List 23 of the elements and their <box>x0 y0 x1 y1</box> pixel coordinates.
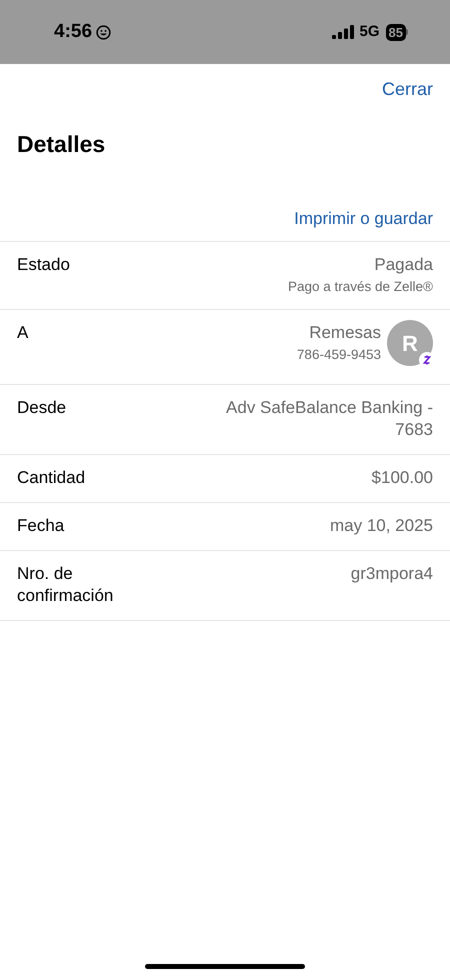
row-value: $100.00 <box>372 467 433 489</box>
row-value: Remesas <box>309 322 381 344</box>
print-link[interactable]: Imprimir o guardar <box>294 206 433 231</box>
row-value: Pagada <box>374 254 433 276</box>
row-note: Pago a través de Zelle® <box>288 278 433 296</box>
phone-number: 786-459-9453 <box>296 346 381 364</box>
row-label: A <box>17 322 28 344</box>
network-label: 5G <box>360 22 380 42</box>
row-value: gr3mpora4 <box>350 563 433 585</box>
battery-icon: 85 <box>386 24 408 40</box>
row-value: may 10, 2025 <box>330 515 433 537</box>
close-button[interactable]: Cerrar <box>382 76 433 103</box>
signal-icon <box>332 25 354 39</box>
row-label: Cantidad <box>17 467 86 489</box>
row-label: Estado <box>17 254 70 276</box>
row-label: Desde <box>17 397 66 419</box>
smiley-icon <box>96 24 112 40</box>
clock: 4:56 <box>54 20 92 44</box>
row-label: Nro. de confirmación <box>17 563 114 607</box>
page-title: Detalles <box>16 130 106 159</box>
avatar: R <box>387 320 433 366</box>
row-value: Adv SafeBalance Banking - 7683 <box>225 397 433 441</box>
row-label: Fecha <box>17 515 64 537</box>
